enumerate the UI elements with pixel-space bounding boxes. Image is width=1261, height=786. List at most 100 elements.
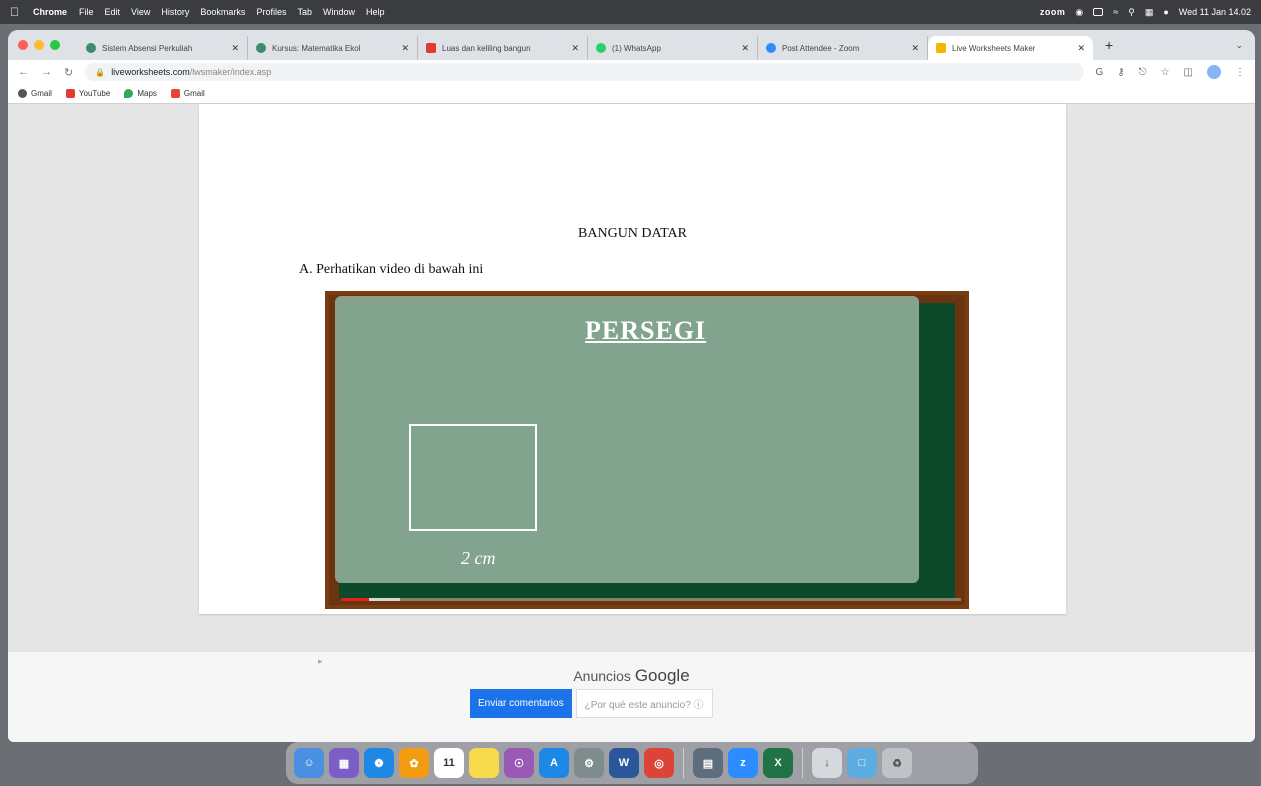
worksheet-page: BANGUN DATAR A. Perhatikan video di bawa…: [199, 104, 1066, 614]
bookmark-label: Gmail: [31, 89, 52, 98]
back-icon[interactable]: ←: [18, 66, 29, 78]
menu-help[interactable]: Help: [366, 7, 385, 17]
url-path: /lwsmaker/index.asp: [189, 67, 272, 77]
video-overlay[interactable]: PERSEGI 2 cm: [335, 296, 919, 583]
bookmark-label: Maps: [137, 89, 157, 98]
google-lens-icon[interactable]: G: [1096, 67, 1104, 78]
macos-dock: ☺ ▦ ❁ ✿ 11 ☉ A ⚙ W ◎ ▤ z X ↓ □ ♻: [286, 742, 978, 784]
tab-title: Sistem Absensi Perkuliah: [102, 43, 193, 53]
menubar-clock[interactable]: Wed 11 Jan 14.02: [1179, 7, 1251, 17]
menu-edit[interactable]: Edit: [105, 7, 121, 17]
zoom-icon[interactable]: z: [728, 748, 758, 778]
menu-tab[interactable]: Tab: [297, 7, 312, 17]
folder-icon[interactable]: □: [847, 748, 877, 778]
close-window-icon[interactable]: [18, 40, 28, 50]
menu-history[interactable]: History: [161, 7, 189, 17]
url-host: liveworksheets.com: [111, 67, 190, 77]
finder-icon[interactable]: ☺: [294, 748, 324, 778]
share-icon[interactable]: ⎋: [1139, 67, 1147, 78]
menu-window[interactable]: Window: [323, 7, 355, 17]
zoom-status-label[interactable]: zoom: [1040, 7, 1066, 17]
bookmark-youtube[interactable]: YouTube: [65, 89, 110, 98]
notes-icon[interactable]: [469, 748, 499, 778]
spotlight-icon[interactable]: ⚲: [1128, 7, 1135, 18]
zoom-favicon-icon: [766, 43, 776, 53]
zoom-window-icon[interactable]: [50, 40, 60, 50]
dock-separator: [802, 748, 803, 778]
close-tab-icon[interactable]: ✕: [231, 43, 239, 54]
ad-label-brand: Google: [634, 666, 690, 685]
profile-avatar[interactable]: [1207, 65, 1221, 79]
bookmark-gmail[interactable]: Gmail: [18, 89, 52, 98]
dock-separator: [683, 748, 684, 778]
video-progress-bar[interactable]: [341, 598, 961, 601]
launchpad-icon[interactable]: ▦: [329, 748, 359, 778]
settings-icon[interactable]: ⚙: [574, 748, 604, 778]
menu-bookmarks[interactable]: Bookmarks: [200, 7, 245, 17]
video-progress-played: [341, 598, 369, 601]
chrome-icon[interactable]: ◎: [644, 748, 674, 778]
word-icon[interactable]: W: [609, 748, 639, 778]
menu-view[interactable]: View: [131, 7, 150, 17]
worksheet-title: BANGUN DATAR: [578, 226, 687, 241]
side-panel-icon[interactable]: ◫: [1184, 67, 1193, 78]
menu-file[interactable]: File: [79, 7, 94, 17]
forward-icon[interactable]: →: [41, 66, 52, 78]
tab-absensi[interactable]: Sistem Absensi Perkuliah ✕: [78, 36, 248, 60]
safari-icon[interactable]: ❁: [364, 748, 394, 778]
browser-toolbar: ← → ↻ 🔒 liveworksheets.com/lwsmaker/inde…: [8, 60, 1255, 84]
bookmark-gmail-2[interactable]: Gmail: [170, 89, 205, 98]
menu-profiles[interactable]: Profiles: [256, 7, 286, 17]
whatsapp-favicon-icon: [596, 43, 606, 53]
close-tab-icon[interactable]: ✕: [1077, 43, 1085, 54]
calendar-icon[interactable]: 11: [434, 748, 464, 778]
new-tab-icon[interactable]: +: [1105, 37, 1113, 53]
more-menu-icon[interactable]: ⋮: [1235, 67, 1245, 78]
menu-app-name[interactable]: Chrome: [33, 7, 67, 17]
tab-youtube[interactable]: Luas dan keliling bangun ✕: [418, 36, 588, 60]
record-icon[interactable]: ◉: [1075, 7, 1083, 18]
tab-liveworksheets[interactable]: Live Worksheets Maker ✕: [928, 36, 1093, 60]
minimize-window-icon[interactable]: [34, 40, 44, 50]
preview-icon[interactable]: ▤: [693, 748, 723, 778]
close-tab-icon[interactable]: ✕: [911, 43, 919, 54]
password-key-icon[interactable]: ⚷: [1117, 67, 1124, 78]
podcasts-icon[interactable]: ☉: [504, 748, 534, 778]
bookmark-star-icon[interactable]: ☆: [1161, 67, 1170, 78]
photos-icon[interactable]: ✿: [399, 748, 429, 778]
lock-icon[interactable]: 🔒: [95, 68, 105, 77]
bookmark-maps[interactable]: Maps: [124, 89, 157, 98]
worksheet-instruction: A. Perhatikan video di bawah ini: [299, 262, 484, 277]
tab-whatsapp[interactable]: (1) WhatsApp ✕: [588, 36, 758, 60]
tab-title: Post Attendee - Zoom: [782, 43, 860, 53]
apple-icon[interactable]: : [10, 5, 19, 19]
tab-kursus[interactable]: Kursus: Matematika Ekol ✕: [248, 36, 418, 60]
wifi-icon[interactable]: ≈: [1113, 7, 1118, 17]
why-this-ad-button[interactable]: ¿Por qué este anuncio? ⓘ: [575, 689, 713, 718]
close-tab-icon[interactable]: ✕: [401, 43, 409, 54]
tab-zoom[interactable]: Post Attendee - Zoom ✕: [758, 36, 928, 60]
address-bar[interactable]: 🔒 liveworksheets.com/lwsmaker/index.asp: [85, 63, 1084, 81]
battery-icon[interactable]: [1093, 8, 1104, 16]
tab-search-chevron-icon[interactable]: ⌄: [1235, 40, 1243, 51]
appstore-icon[interactable]: A: [539, 748, 569, 778]
liveworksheets-favicon-icon: [936, 43, 946, 53]
bookmarks-bar: Gmail YouTube Maps Gmail: [8, 84, 1255, 104]
close-tab-icon[interactable]: ✕: [571, 43, 579, 54]
close-tab-icon[interactable]: ✕: [741, 43, 749, 54]
page-content: BANGUN DATAR A. Perhatikan video di bawa…: [8, 104, 1255, 742]
reload-icon[interactable]: ↻: [64, 66, 73, 79]
video-player[interactable]: PERSEGI 2 cm: [325, 291, 969, 609]
excel-icon[interactable]: X: [763, 748, 793, 778]
square-dimension-label: 2 cm: [461, 548, 496, 568]
ad-buttons: Enviar comentarios ¿Por qué este anuncio…: [470, 689, 713, 718]
siri-icon[interactable]: ●: [1163, 7, 1168, 17]
downloads-icon[interactable]: ↓: [812, 748, 842, 778]
trash-icon[interactable]: ♻: [882, 748, 912, 778]
window-controls: [18, 40, 60, 50]
send-feedback-button[interactable]: Enviar comentarios: [470, 689, 572, 718]
macos-menu-bar:  Chrome File Edit View History Bookmark…: [0, 0, 1261, 24]
control-center-icon[interactable]: ▦: [1145, 7, 1154, 18]
square-shape: [409, 424, 537, 531]
menubar-status-area: zoom ◉ ≈ ⚲ ▦ ● Wed 11 Jan 14.02: [1040, 7, 1251, 18]
